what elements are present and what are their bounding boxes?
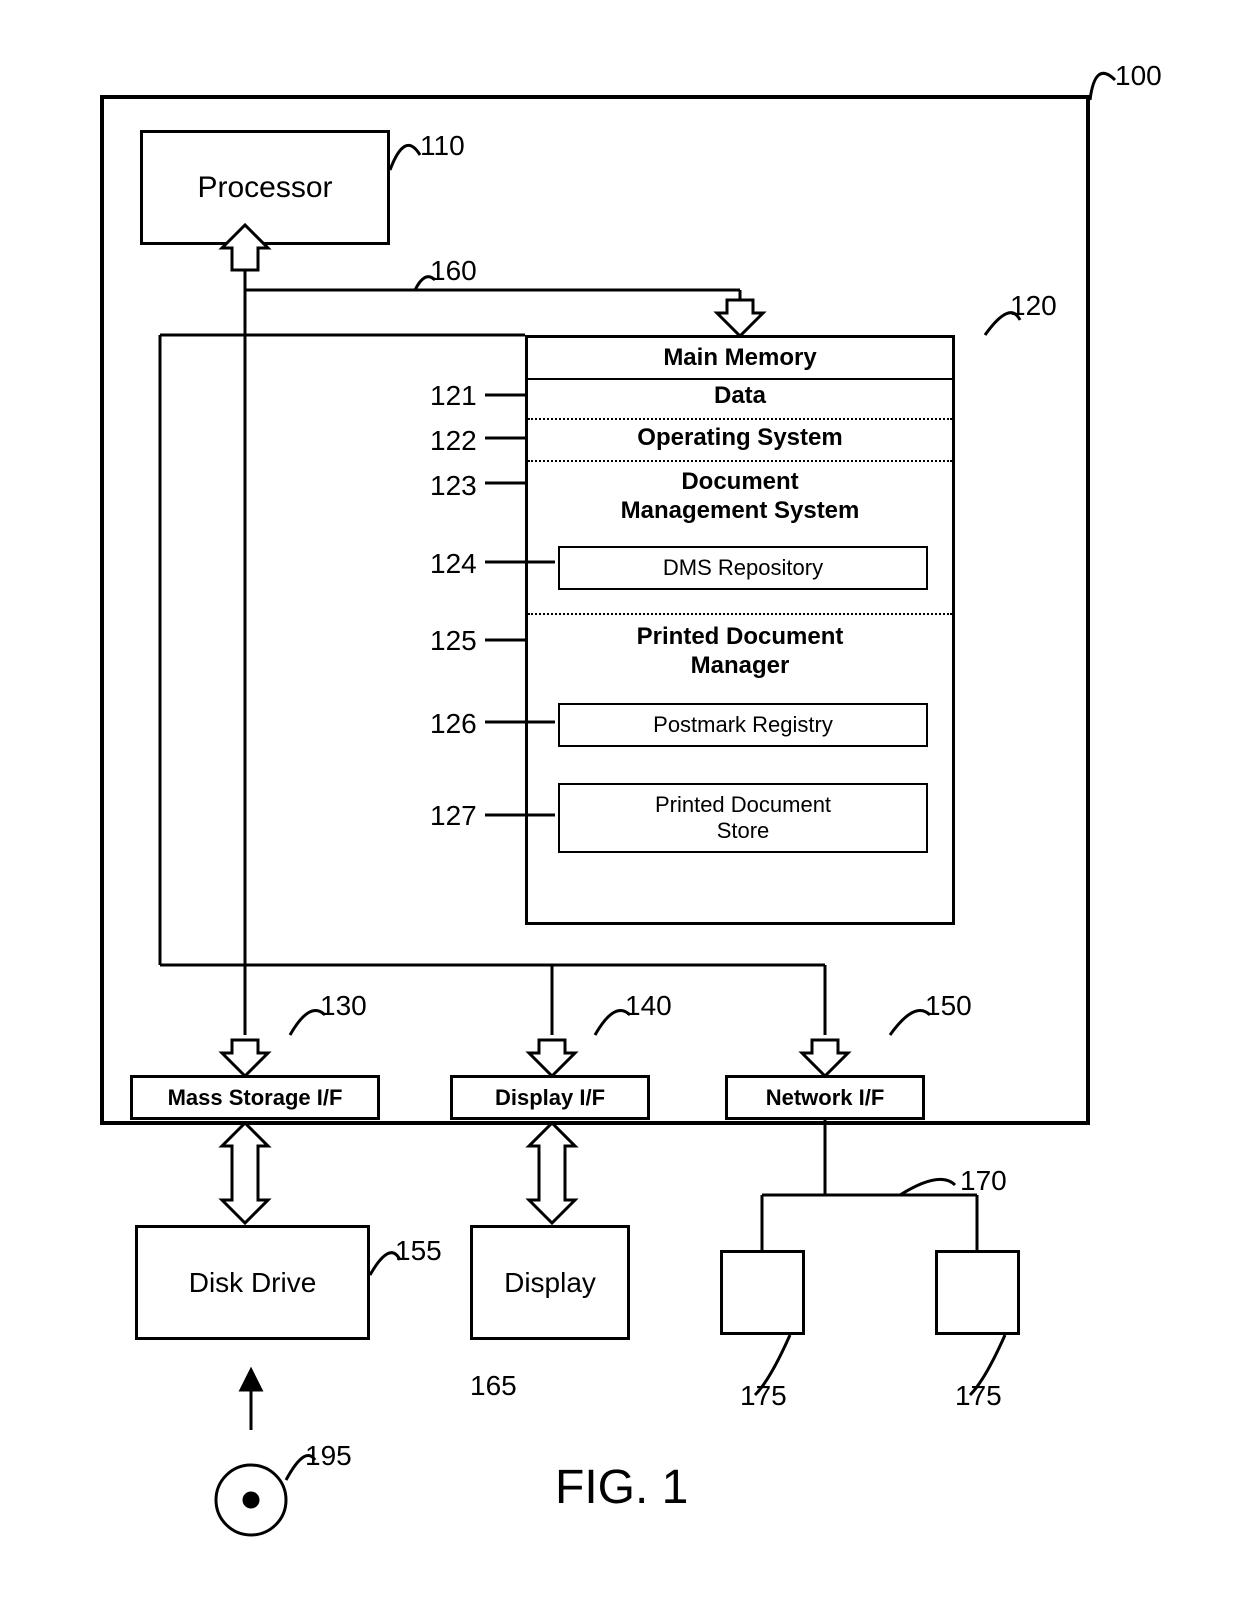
postmark-box: Postmark Registry bbox=[558, 703, 928, 747]
ref-124: 124 bbox=[430, 548, 477, 580]
pdm-label: Printed Document Manager bbox=[528, 623, 952, 681]
ref-120: 120 bbox=[1010, 290, 1057, 322]
network-if-box: Network I/F bbox=[725, 1075, 925, 1120]
ref-175a: 175 bbox=[740, 1380, 787, 1412]
processor-label: Processor bbox=[197, 171, 332, 205]
network-node-2 bbox=[935, 1250, 1020, 1335]
network-if-label: Network I/F bbox=[766, 1085, 885, 1111]
dms-repo-box: DMS Repository bbox=[558, 546, 928, 590]
main-memory-box: Main Memory Data Operating System Docume… bbox=[525, 335, 955, 925]
ref-100: 100 bbox=[1115, 60, 1162, 92]
ref-195: 195 bbox=[305, 1440, 352, 1472]
processor-box: Processor bbox=[140, 130, 390, 245]
ref-130: 130 bbox=[320, 990, 367, 1022]
ref-150: 150 bbox=[925, 990, 972, 1022]
mass-storage-box: Mass Storage I/F bbox=[130, 1075, 380, 1120]
main-memory-label: Main Memory bbox=[528, 344, 952, 372]
disk-drive-label: Disk Drive bbox=[189, 1267, 317, 1299]
data-label: Data bbox=[528, 382, 952, 410]
ref-110: 110 bbox=[420, 130, 465, 162]
diagram-canvas: Processor Main Memory Data Operating Sys… bbox=[0, 0, 1240, 1604]
ref-155: 155 bbox=[395, 1235, 442, 1267]
figure-label: FIG. 1 bbox=[555, 1460, 688, 1515]
network-node-1 bbox=[720, 1250, 805, 1335]
ref-170: 170 bbox=[960, 1165, 1007, 1197]
postmark-label: Postmark Registry bbox=[653, 712, 833, 738]
ref-127: 127 bbox=[430, 800, 477, 832]
ref-165: 165 bbox=[470, 1370, 517, 1402]
mass-storage-label: Mass Storage I/F bbox=[168, 1085, 343, 1111]
display-label: Display bbox=[504, 1267, 596, 1299]
pd-store-label: Printed Document Store bbox=[655, 792, 831, 845]
ref-175b: 175 bbox=[955, 1380, 1002, 1412]
ref-140: 140 bbox=[625, 990, 672, 1022]
display-if-box: Display I/F bbox=[450, 1075, 650, 1120]
ref-126: 126 bbox=[430, 708, 477, 740]
disk-drive-box: Disk Drive bbox=[135, 1225, 370, 1340]
display-box: Display bbox=[470, 1225, 630, 1340]
ref-121: 121 bbox=[430, 380, 477, 412]
dms-repo-label: DMS Repository bbox=[663, 555, 823, 581]
ref-125: 125 bbox=[430, 625, 477, 657]
dms-label: Document Management System bbox=[528, 468, 952, 526]
ref-123: 123 bbox=[430, 470, 477, 502]
display-if-label: Display I/F bbox=[495, 1085, 605, 1111]
ref-122: 122 bbox=[430, 425, 477, 457]
os-label: Operating System bbox=[528, 424, 952, 452]
ref-160: 160 bbox=[430, 255, 477, 287]
pd-store-box: Printed Document Store bbox=[558, 783, 928, 853]
